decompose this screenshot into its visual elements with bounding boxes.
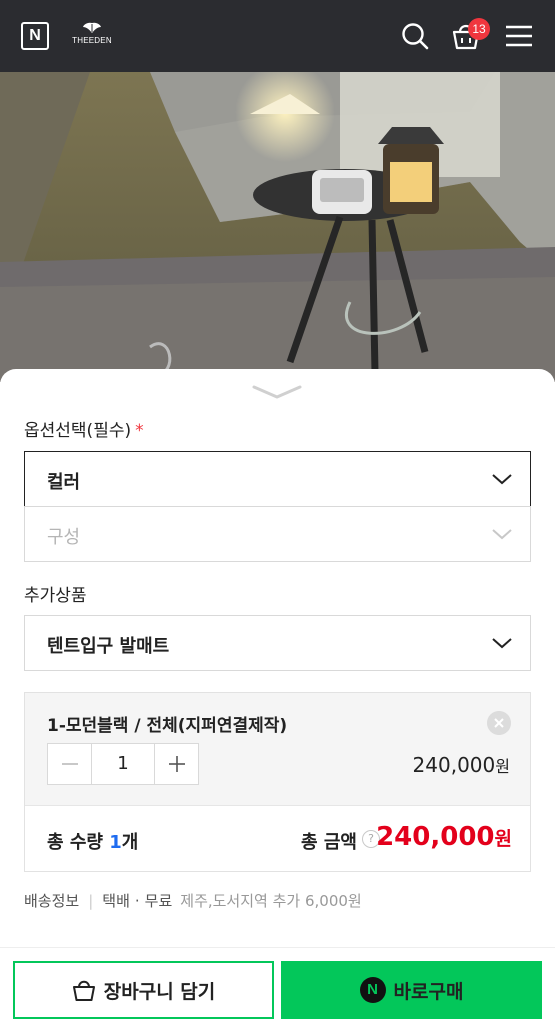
selected-option-box: 1-모던블랙 / 전체(지퍼연결제작) 1 240,000원 총 수량 1개 총… bbox=[24, 692, 531, 872]
separator-dot: · bbox=[134, 892, 140, 910]
selected-option-name: 1-모던블랙 / 전체(지퍼연결제작) bbox=[47, 716, 288, 736]
quantity-increase-button[interactable] bbox=[154, 744, 198, 784]
plus-icon bbox=[169, 756, 185, 772]
cart-count-badge: 13 bbox=[468, 18, 490, 40]
total-quantity-value: 1 bbox=[109, 832, 122, 853]
total-quantity-label: 총 수량 bbox=[47, 832, 103, 853]
shipping-fee: 무료 bbox=[144, 892, 173, 910]
product-photo bbox=[0, 72, 555, 382]
chevron-down-icon bbox=[492, 474, 512, 485]
chevron-down-icon bbox=[492, 529, 512, 540]
total-amount-label: 총 금액 bbox=[301, 832, 357, 853]
shipping-extra: 제주,도서지역 추가 6,000원 bbox=[180, 892, 362, 910]
total-amount-value: 240,000 bbox=[376, 822, 495, 852]
total-amount: 240,000원 bbox=[376, 822, 512, 852]
quantity-value[interactable]: 1 bbox=[92, 744, 154, 784]
buy-now-label: 바로구매 bbox=[393, 980, 464, 1003]
separator: | bbox=[88, 892, 94, 910]
color-select[interactable]: 컬러 bbox=[24, 451, 531, 507]
addon-select-value: 텐트입구 발매트 bbox=[47, 636, 170, 657]
shipping-label: 배송정보 bbox=[24, 892, 80, 910]
quantity-decrease-button[interactable] bbox=[48, 744, 92, 784]
config-select[interactable]: 구성 bbox=[24, 506, 531, 562]
add-to-cart-label: 장바구니 담기 bbox=[103, 980, 216, 1003]
top-header: N THEEDEN 13 bbox=[0, 0, 555, 72]
brand-logo-icon bbox=[83, 22, 101, 33]
n-logo-icon[interactable]: N bbox=[21, 22, 49, 50]
shipping-method: 택배 bbox=[102, 892, 130, 910]
sheet-handle-chevron-icon[interactable] bbox=[252, 383, 302, 401]
addon-title: 추가상품 bbox=[24, 586, 87, 606]
total-amount-currency: 원 bbox=[494, 828, 512, 850]
buy-now-button[interactable]: N 바로구매 bbox=[281, 961, 542, 1019]
color-select-value: 컬러 bbox=[47, 472, 81, 493]
required-mark: * bbox=[135, 421, 144, 441]
chevron-down-icon bbox=[492, 638, 512, 649]
divider bbox=[0, 947, 555, 948]
total-quantity: 총 수량 1개 bbox=[47, 828, 138, 854]
add-to-cart-button[interactable]: 장바구니 담기 bbox=[13, 961, 274, 1019]
minus-icon bbox=[62, 763, 78, 765]
option-select-label: 옵션선택(필수) bbox=[24, 421, 132, 441]
brand-logo[interactable]: THEEDEN bbox=[68, 22, 116, 52]
close-icon[interactable] bbox=[487, 711, 511, 735]
config-select-value: 구성 bbox=[47, 527, 81, 548]
quantity-stepper: 1 bbox=[47, 743, 199, 785]
total-quantity-unit: 개 bbox=[121, 832, 139, 853]
selected-option-price: 240,000원 bbox=[413, 753, 510, 777]
option-price-value: 240,000 bbox=[412, 753, 496, 777]
addon-select[interactable]: 텐트입구 발매트 bbox=[24, 615, 531, 671]
hamburger-menu-icon[interactable] bbox=[503, 20, 535, 52]
total-summary: 총 수량 1개 총 금액 ? 240,000원 bbox=[25, 805, 530, 871]
naver-pay-icon: N bbox=[359, 977, 386, 1003]
shipping-info: 배송정보 | 택배 · 무료 제주,도서지역 추가 6,000원 bbox=[24, 890, 362, 911]
purchase-option-sheet: 옵션선택(필수) * 컬러 구성 추가상품 텐트입구 발매트 1-모던블랙 / 전… bbox=[0, 369, 555, 1024]
option-select-title: 옵션선택(필수) * bbox=[24, 416, 144, 441]
brand-name: THEEDEN bbox=[72, 36, 112, 45]
search-icon[interactable] bbox=[399, 20, 431, 52]
shopping-bag-icon bbox=[72, 980, 95, 1001]
option-price-currency: 원 bbox=[495, 757, 510, 776]
